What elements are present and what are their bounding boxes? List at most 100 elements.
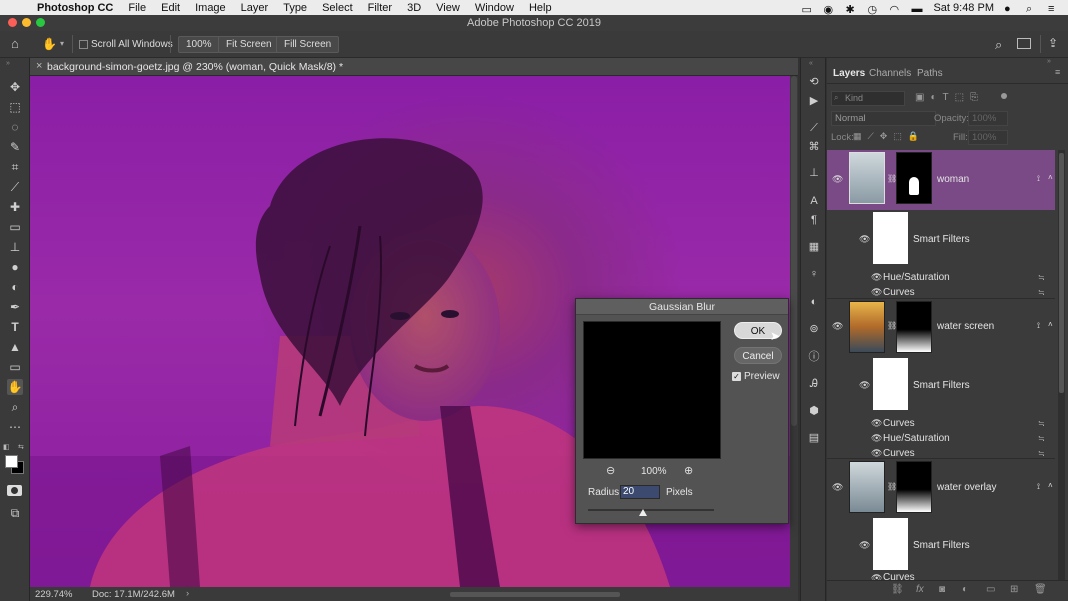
document-tab[interactable]: × background-simon-goetz.jpg @ 230% (wom…	[30, 58, 798, 76]
kind-filter-select[interactable]: Kind	[831, 91, 905, 106]
blend-mode-select[interactable]: Normal	[831, 111, 936, 126]
lock-icons[interactable]: ▦⟋✥⬚🔒	[853, 131, 925, 142]
filter-blending-options-icon[interactable]: ≒	[1038, 273, 1047, 282]
tab-layers[interactable]: Layers	[833, 68, 865, 79]
pen-tool-icon[interactable]: ✒	[7, 299, 23, 315]
layer-mask-thumbnail[interactable]	[896, 152, 932, 204]
zoom-100-button[interactable]: 100%	[178, 36, 220, 53]
clone-stamp-tool-icon[interactable]: ⊥	[7, 239, 23, 255]
paths-panel-icon[interactable]: Ꭿ	[807, 377, 821, 391]
visibility-eye-icon[interactable]: 👁	[871, 448, 882, 458]
vertical-scrollbar[interactable]	[790, 76, 798, 587]
screen-record-icon[interactable]: ▭	[801, 3, 813, 16]
character-panel-icon[interactable]: A	[807, 194, 821, 208]
layer-thumbnail[interactable]	[849, 461, 885, 513]
zoom-in-icon[interactable]: ⊕	[684, 464, 693, 477]
radius-input[interactable]: 20	[620, 485, 660, 499]
home-icon[interactable]: ⌂	[11, 37, 26, 51]
filter-blending-options-icon[interactable]: ≒	[1038, 449, 1047, 458]
visibility-eye-icon[interactable]: 👁	[832, 174, 843, 184]
layer-name[interactable]: water overlay	[937, 482, 996, 493]
menu-view[interactable]: View	[436, 2, 460, 14]
menu-select[interactable]: Select	[322, 2, 353, 14]
screen-mode-icon[interactable]: ⧉	[7, 505, 23, 521]
visibility-eye-icon[interactable]: 👁	[832, 321, 843, 331]
path-selection-tool-icon[interactable]: ▲	[7, 339, 23, 355]
user-icon[interactable]: ●	[1004, 3, 1016, 15]
brush-panel-icon[interactable]: ⟋	[807, 121, 821, 135]
menu-image[interactable]: Image	[195, 2, 226, 14]
timeline-panel-icon[interactable]: ▤	[807, 431, 821, 445]
smart-filter-mask-thumbnail[interactable]	[873, 358, 908, 410]
tab-channels[interactable]: Channels	[869, 68, 911, 79]
actions-panel-icon[interactable]: ▶	[807, 94, 821, 108]
collapse-arrow-icon[interactable]: ˄	[1048, 481, 1053, 490]
filter-row-curves[interactable]: 👁 Curves ≒	[827, 416, 1055, 431]
filter-type-icons[interactable]: ▣◐T⬚⎘	[915, 92, 984, 103]
layer-mask-thumbnail[interactable]	[896, 461, 932, 513]
layer-name[interactable]: water screen	[937, 321, 994, 332]
spotlight-search-icon[interactable]: ⌕	[1026, 3, 1038, 15]
filter-blending-options-icon[interactable]: ≒	[1038, 419, 1047, 428]
preview-checkbox[interactable]: ✓	[732, 372, 741, 381]
clone-source-icon[interactable]: ⊥	[807, 166, 821, 180]
visibility-eye-icon[interactable]: 👁	[859, 234, 870, 244]
layer-mask-thumbnail[interactable]	[896, 301, 932, 353]
blur-preview-window[interactable]	[583, 321, 721, 459]
info-panel-icon[interactable]: ⓘ	[807, 350, 821, 364]
visibility-eye-icon[interactable]: 👁	[859, 380, 870, 390]
visibility-eye-icon[interactable]: 👁	[871, 573, 882, 580]
link-layers-icon[interactable]: ⛓	[891, 584, 904, 595]
collapse-arrow-icon[interactable]: ˄	[1048, 173, 1053, 182]
menu-app-name[interactable]: Photoshop CC	[37, 2, 113, 14]
quick-mask-mode-icon[interactable]	[7, 485, 22, 496]
fx-icon[interactable]: fx	[916, 584, 924, 595]
hand-tool-preset-icon[interactable]: ✋	[42, 37, 57, 51]
layers-scrollbar-thumb[interactable]	[1059, 153, 1064, 393]
menubar-clock[interactable]: Sat 9:48 PM	[933, 2, 994, 14]
default-colors-icon[interactable]: ◧	[3, 443, 10, 451]
layer-thumbnail[interactable]	[849, 152, 885, 204]
visibility-eye-icon[interactable]: 👁	[871, 287, 882, 297]
wifi-icon[interactable]: ◠	[889, 3, 901, 16]
chevron-right-icon[interactable]: ›	[186, 588, 189, 599]
minimize-window-button[interactable]	[22, 18, 31, 27]
layer-name[interactable]: woman	[937, 174, 969, 185]
smart-filters-row[interactable]: 👁 Smart Filters	[827, 516, 1055, 576]
delete-layer-icon[interactable]: 🗑	[1034, 584, 1047, 595]
rectangle-tool-icon[interactable]: ▭	[7, 359, 23, 375]
brush-tool-icon[interactable]: ▭	[7, 219, 23, 235]
fill-input[interactable]: 100%	[968, 130, 1008, 145]
smart-filter-mask-thumbnail[interactable]	[873, 518, 908, 570]
quick-selection-tool-icon[interactable]: ✎	[7, 139, 23, 155]
visibility-eye-icon[interactable]: 👁	[871, 433, 882, 443]
collapse-chevrons-icon[interactable]: «	[809, 60, 813, 67]
filter-row-curves[interactable]: 👁 Curves	[827, 572, 1055, 580]
filter-toggle-icon[interactable]	[1001, 93, 1007, 99]
creative-cloud-icon[interactable]: ◉	[823, 3, 835, 16]
learn-panel-icon[interactable]: ♀	[807, 267, 821, 281]
hand-tool-icon[interactable]: ✋	[7, 379, 23, 395]
horizontal-scrollbar[interactable]	[450, 592, 620, 597]
adjustments-panel-icon[interactable]: ◐	[807, 295, 821, 309]
filter-row-hue-saturation[interactable]: 👁 Hue/Saturation ≒	[827, 431, 1055, 446]
menu-list-icon[interactable]: ≡	[1048, 3, 1060, 15]
menu-help[interactable]: Help	[529, 2, 552, 14]
opacity-input[interactable]: 100%	[968, 111, 1008, 126]
foreground-color-swatch[interactable]	[5, 455, 18, 468]
zoom-level[interactable]: 229.74%	[35, 589, 73, 600]
search-icon[interactable]: ⌕	[995, 37, 1002, 53]
smart-filters-row[interactable]: 👁 Smart Filters	[827, 356, 1055, 416]
blur-tool-icon[interactable]: ●	[7, 259, 23, 275]
zoom-out-icon[interactable]: ⊖	[606, 464, 615, 477]
chevron-down-icon[interactable]: ▾	[60, 39, 64, 48]
layer-row-water-screen[interactable]: 👁 ⛓ water screen ⟟ ˄	[827, 298, 1055, 356]
cancel-button[interactable]: Cancel	[734, 347, 782, 364]
smart-filters-row[interactable]: 👁 Smart Filters	[827, 210, 1055, 270]
tab-paths[interactable]: Paths	[917, 68, 943, 79]
zoom-window-button[interactable]	[36, 18, 45, 27]
type-tool-icon[interactable]: T	[7, 319, 23, 335]
battery-icon[interactable]: ▬	[911, 3, 923, 15]
collapse-chevrons-icon[interactable]: »	[6, 60, 10, 67]
close-window-button[interactable]	[8, 18, 17, 27]
